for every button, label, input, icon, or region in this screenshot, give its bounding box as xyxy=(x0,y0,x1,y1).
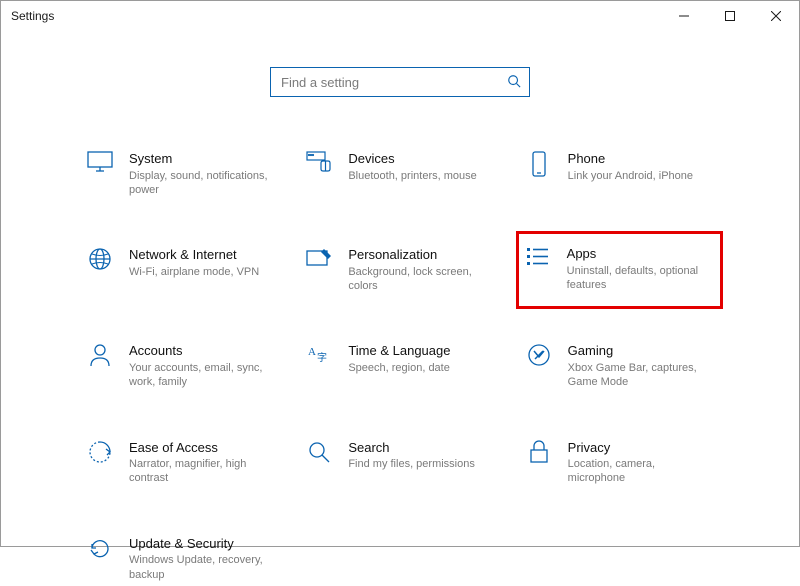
card-gaming[interactable]: Gaming Xbox Game Bar, captures, Game Mod… xyxy=(520,339,719,393)
system-icon xyxy=(85,151,115,173)
card-system[interactable]: System Display, sound, notifications, po… xyxy=(81,147,280,201)
lock-icon xyxy=(524,440,554,464)
card-subtitle: Display, sound, notifications, power xyxy=(129,169,276,198)
card-title: Update & Security xyxy=(129,536,276,552)
personalization-icon xyxy=(304,247,334,269)
search-input[interactable] xyxy=(279,74,507,91)
card-search[interactable]: Search Find my files, permissions xyxy=(300,436,499,490)
svg-text:字: 字 xyxy=(317,351,327,364)
card-subtitle: Background, lock screen, colors xyxy=(348,265,495,294)
maximize-button[interactable] xyxy=(707,1,753,31)
card-title: Gaming xyxy=(568,343,715,359)
card-accounts[interactable]: Accounts Your accounts, email, sync, wor… xyxy=(81,339,280,393)
close-button[interactable] xyxy=(753,1,799,31)
card-subtitle: Narrator, magnifier, high contrast xyxy=(129,457,276,486)
card-privacy[interactable]: Privacy Location, camera, microphone xyxy=(520,436,719,490)
card-title: Personalization xyxy=(348,247,495,263)
card-title: Accounts xyxy=(129,343,276,359)
titlebar: Settings xyxy=(1,1,799,31)
card-subtitle: Xbox Game Bar, captures, Game Mode xyxy=(568,361,715,390)
card-subtitle: Bluetooth, printers, mouse xyxy=(348,169,476,183)
card-title: Privacy xyxy=(568,440,715,456)
svg-text:A: A xyxy=(308,346,316,358)
update-icon xyxy=(85,536,115,560)
card-subtitle: Link your Android, iPhone xyxy=(568,169,693,183)
card-title: Devices xyxy=(348,151,476,167)
card-subtitle: Your accounts, email, sync, work, family xyxy=(129,361,276,390)
card-title: Time & Language xyxy=(348,343,450,359)
time-language-icon: A字 xyxy=(304,343,334,367)
card-title: Phone xyxy=(568,151,693,167)
card-update-security[interactable]: Update & Security Windows Update, recove… xyxy=(81,532,280,586)
phone-icon xyxy=(524,151,554,177)
card-ease-of-access[interactable]: Ease of Access Narrator, magnifier, high… xyxy=(81,436,280,490)
card-subtitle: Windows Update, recovery, backup xyxy=(129,553,276,582)
window-title: Settings xyxy=(11,9,54,23)
card-time-language[interactable]: A字 Time & Language Speech, region, date xyxy=(300,339,499,393)
card-title: Network & Internet xyxy=(129,247,259,263)
card-subtitle: Speech, region, date xyxy=(348,361,450,375)
globe-icon xyxy=(85,247,115,271)
card-phone[interactable]: Phone Link your Android, iPhone xyxy=(520,147,719,201)
settings-grid: System Display, sound, notifications, po… xyxy=(81,147,719,586)
card-devices[interactable]: Devices Bluetooth, printers, mouse xyxy=(300,147,499,201)
accounts-icon xyxy=(85,343,115,367)
card-network[interactable]: Network & Internet Wi-Fi, airplane mode,… xyxy=(81,243,280,297)
search-container xyxy=(1,67,799,97)
card-subtitle: Uninstall, defaults, optional features xyxy=(567,264,716,293)
devices-icon xyxy=(304,151,334,173)
gaming-icon xyxy=(524,343,554,367)
magnifier-icon xyxy=(304,440,334,464)
window-controls xyxy=(661,1,799,31)
card-title: Search xyxy=(348,440,475,456)
card-subtitle: Location, camera, microphone xyxy=(568,457,715,486)
search-box[interactable] xyxy=(270,67,530,97)
search-icon xyxy=(507,74,521,91)
card-apps[interactable]: Apps Uninstall, defaults, optional featu… xyxy=(516,231,723,309)
card-title: Apps xyxy=(567,246,716,262)
card-subtitle: Find my files, permissions xyxy=(348,457,475,471)
card-title: Ease of Access xyxy=(129,440,276,456)
card-subtitle: Wi-Fi, airplane mode, VPN xyxy=(129,265,259,279)
card-personalization[interactable]: Personalization Background, lock screen,… xyxy=(300,243,499,297)
card-title: System xyxy=(129,151,276,167)
minimize-button[interactable] xyxy=(661,1,707,31)
ease-of-access-icon xyxy=(85,440,115,464)
apps-icon xyxy=(523,246,553,268)
